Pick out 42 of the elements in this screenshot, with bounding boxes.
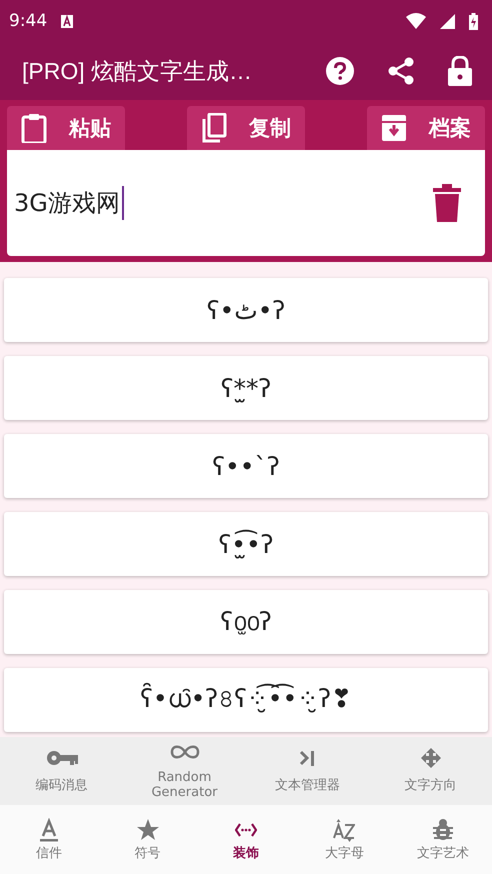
toolbar-button[interactable]: 复制 [187, 106, 305, 150]
battery-icon [469, 12, 478, 30]
decorated-text: ʕ•̫͡•ʔ [218, 530, 274, 558]
help-icon[interactable] [326, 57, 354, 85]
tool-button[interactable]: 文本管理器 [246, 737, 369, 805]
toolbar-button[interactable]: 粘贴 [7, 106, 125, 150]
toolbar-button[interactable]: 档案 [367, 106, 485, 150]
app-title: [PRO] 炫酷文字生成… [22, 56, 254, 86]
decorated-text: ʕ••`ʔ [212, 452, 280, 480]
decorated-text: ʕ൦̫൦ʔ [220, 607, 272, 637]
a-z-icon [333, 818, 356, 842]
star-icon [136, 818, 159, 842]
result-card[interactable]: ʕ൦̫൦ʔ [4, 590, 488, 654]
archive-icon [381, 113, 407, 143]
decorated-text: ʕ*̫*ʔ [220, 374, 272, 402]
trash-icon[interactable] [433, 184, 461, 222]
tool-button[interactable]: 编码消息 [0, 737, 123, 805]
nav-tab[interactable]: 文字艺术 [394, 805, 492, 874]
decorated-text: ʕ̑•ധ̑•ʔ৪ʕ⁘̮͡•͡•⁘̮ʔ❣ [140, 682, 352, 714]
lock-icon[interactable] [448, 56, 472, 86]
result-card[interactable]: ʕ̑•ധ̑•ʔ৪ʕ⁘̮͡•͡•⁘̮ʔ❣ [4, 668, 488, 732]
bug-icon [432, 818, 454, 842]
copy-icon [201, 113, 227, 143]
letter-a-icon [38, 818, 60, 842]
share-icon[interactable] [388, 57, 414, 85]
signal-icon [440, 14, 455, 28]
status-time: 9:44 [9, 11, 48, 31]
result-card[interactable]: ʕ••`ʔ [4, 434, 488, 498]
nav-tab[interactable]: 装饰 [196, 805, 296, 874]
tool-button[interactable]: 文字方向 [369, 737, 492, 805]
tool-button[interactable]: Random Generator [123, 737, 246, 805]
clipboard-icon [21, 113, 47, 143]
result-card[interactable]: ʕ•̫͡•ʔ [4, 512, 488, 576]
wifi-icon [406, 13, 426, 29]
nav-tab[interactable]: 信件 [0, 805, 98, 874]
keyboard-notification-icon [61, 14, 74, 28]
nav-tab[interactable]: 符号 [98, 805, 197, 874]
result-card[interactable]: ʕ•ٹ•ʔ [4, 278, 488, 342]
key-icon [46, 748, 78, 768]
decorated-text: ʕ•ٹ•ʔ [206, 296, 286, 324]
nav-tab[interactable]: 大字母 [295, 805, 394, 874]
result-card[interactable]: ʕ*̫*ʔ [4, 356, 488, 420]
